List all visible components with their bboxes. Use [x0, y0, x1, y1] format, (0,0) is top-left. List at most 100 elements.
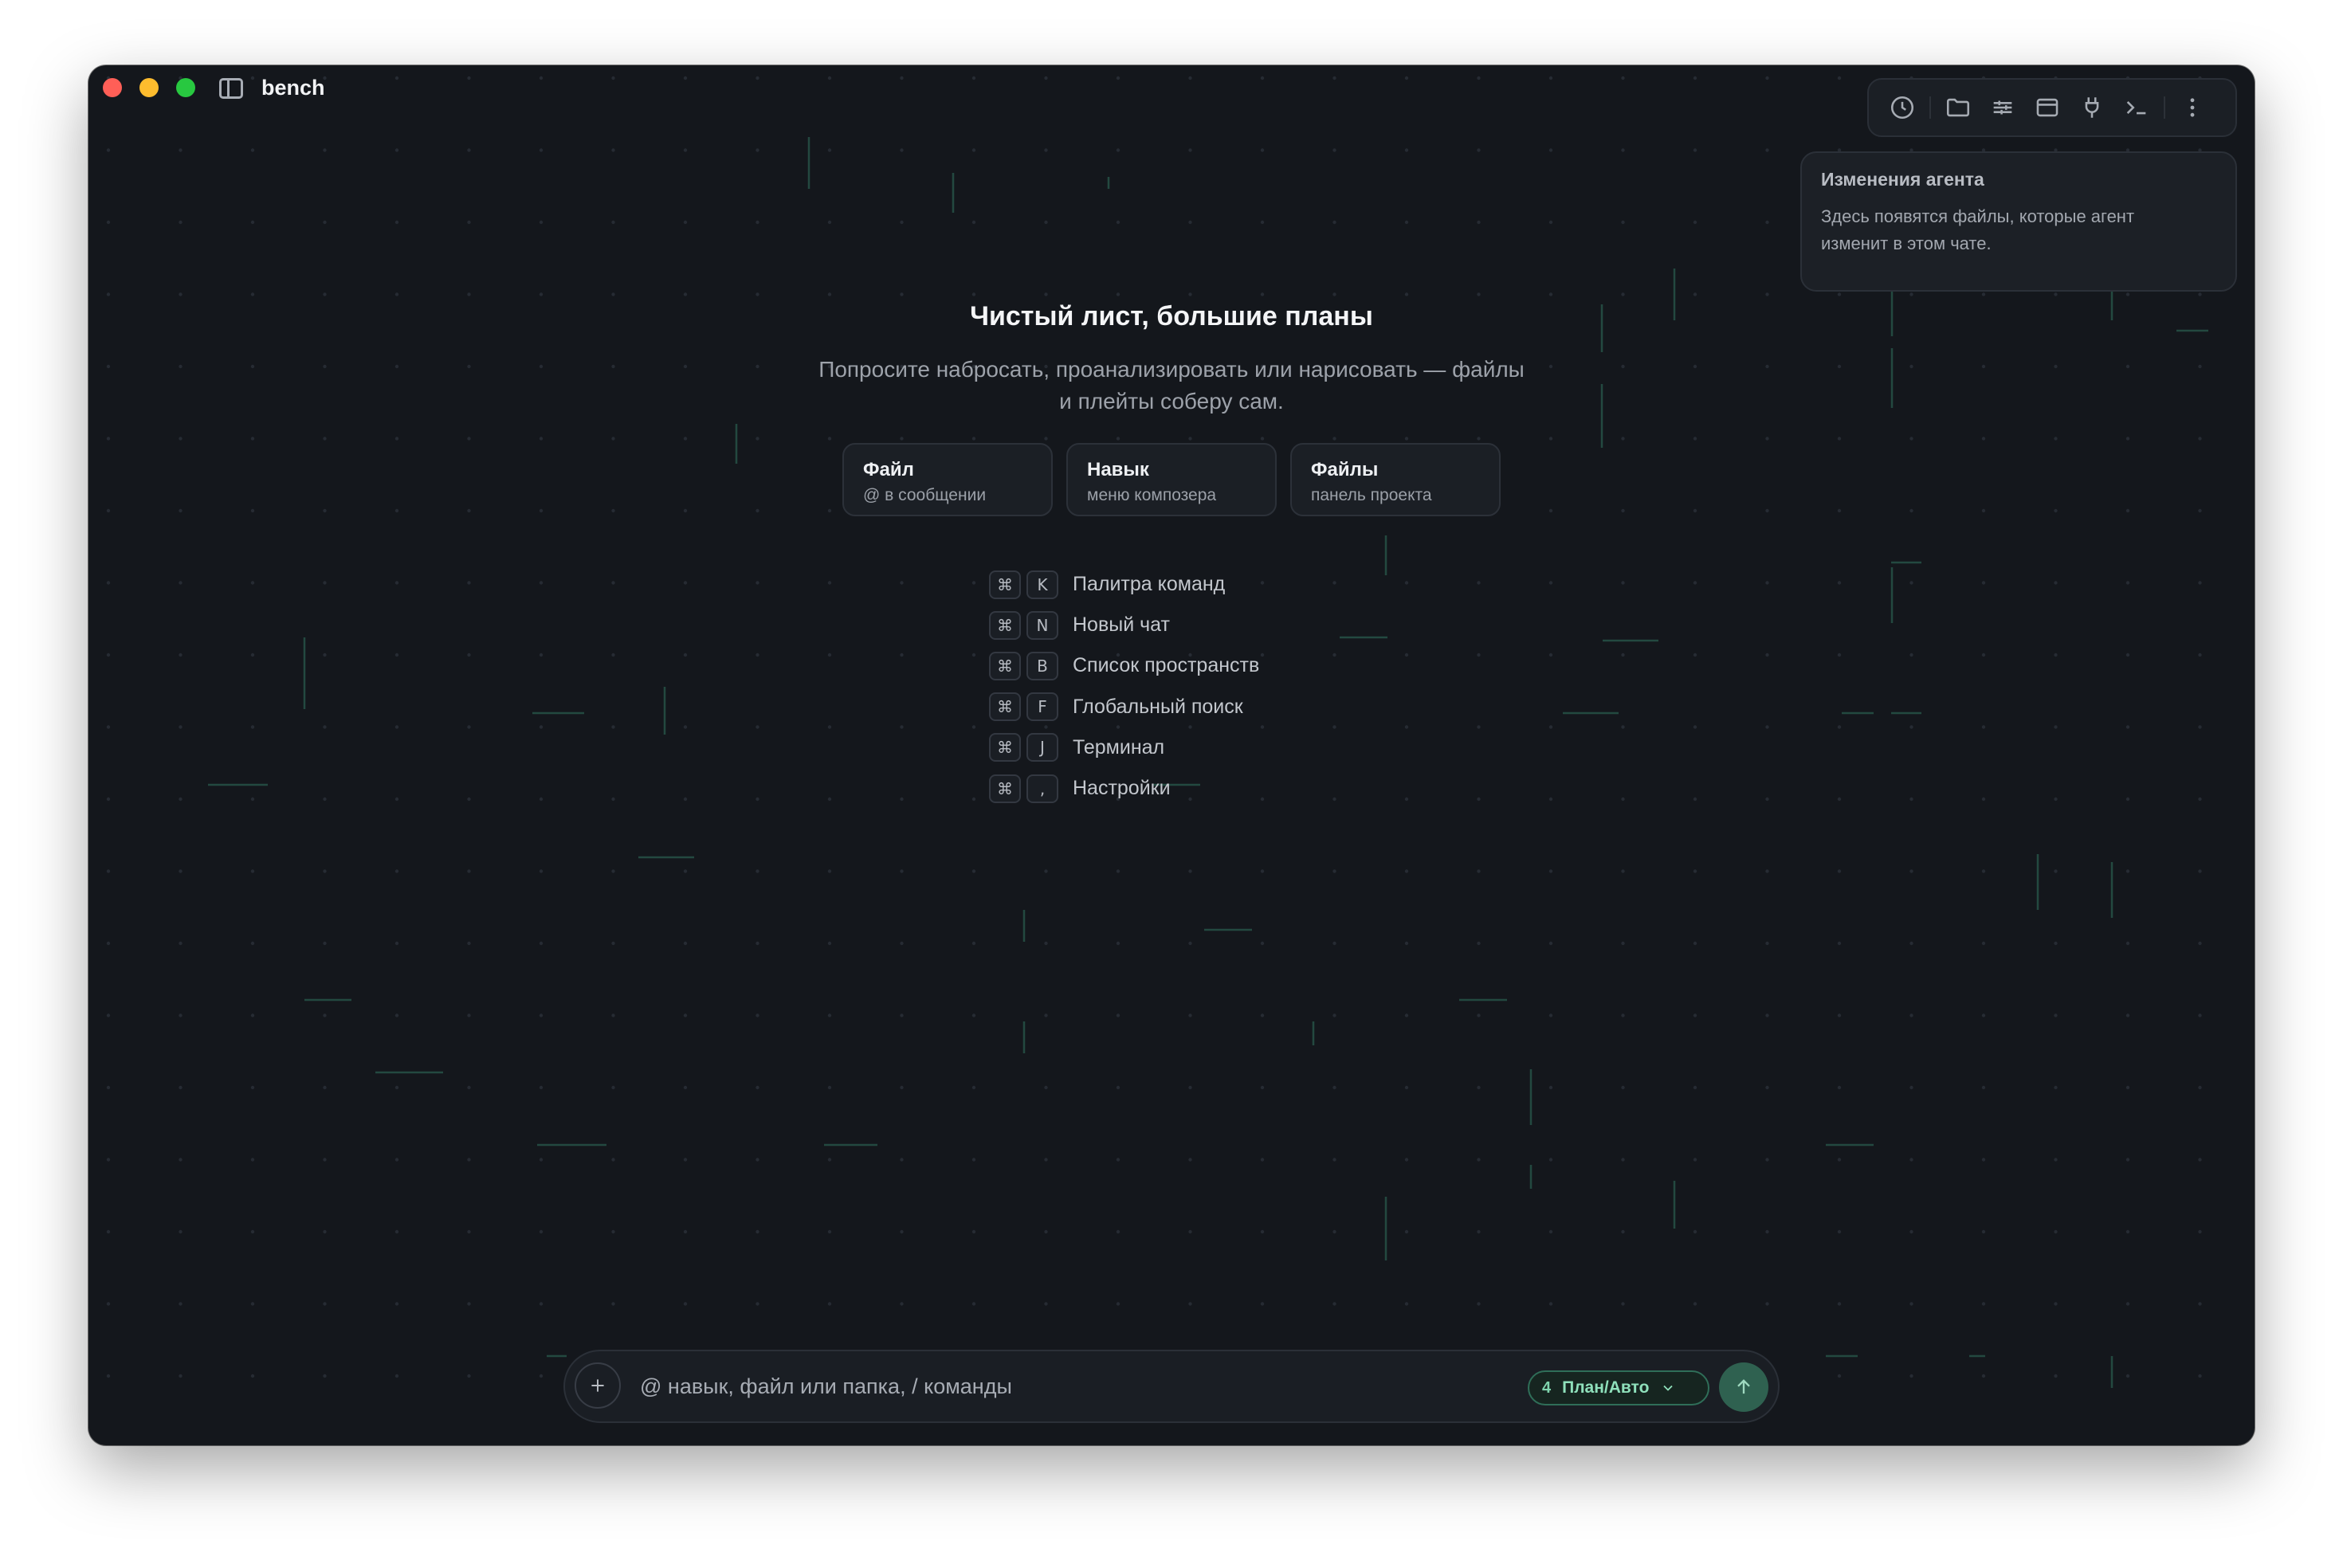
- grid-dot: [2054, 869, 2058, 873]
- grid-dot: [1693, 941, 1697, 946]
- grid-dot: [900, 1158, 904, 1162]
- maximize-window-button[interactable]: [176, 78, 195, 97]
- grid-dot: [106, 220, 111, 225]
- clock-icon[interactable]: [1880, 85, 1925, 130]
- grid-dot: [1404, 437, 1409, 441]
- grid-dot: [323, 1158, 327, 1162]
- grid-dot: [1837, 364, 1842, 369]
- browser-window-icon[interactable]: [2025, 85, 2070, 130]
- plug-icon[interactable]: [2070, 85, 2114, 130]
- grid-dot: [1260, 220, 1265, 225]
- grid-dot: [1765, 220, 1769, 225]
- grid-dot: [250, 581, 255, 585]
- grid-dot: [250, 148, 255, 152]
- grid-dot: [1765, 581, 1769, 585]
- grid-dot: [1621, 581, 1625, 585]
- hint-card-file[interactable]: Файл @ в сообщении: [842, 443, 1053, 516]
- grid-dot: [1765, 1158, 1769, 1162]
- folder-icon[interactable]: [1936, 85, 1980, 130]
- grid-dot: [1404, 941, 1409, 946]
- send-button[interactable]: [1719, 1362, 1768, 1412]
- grid-dot: [1332, 941, 1336, 946]
- grid-dot: [1477, 437, 1481, 441]
- grid-dot: [1404, 1013, 1409, 1017]
- grid-dot: [1404, 581, 1409, 585]
- grid-dot: [106, 869, 111, 873]
- grid-dot: [1981, 581, 1986, 585]
- grid-dot: [1548, 1085, 1553, 1090]
- grid-dot: [2054, 725, 2058, 729]
- grid-dot: [250, 1302, 255, 1306]
- grid-dot: [1404, 292, 1409, 296]
- grid-dot: [1188, 437, 1192, 441]
- grid-dot: [1044, 941, 1048, 946]
- mode-selector[interactable]: 4 План/Авто: [1528, 1370, 1709, 1405]
- grid-dot: [683, 1158, 688, 1162]
- grid-dot: [1260, 941, 1265, 946]
- hint-card-skill[interactable]: Навык меню композера: [1066, 443, 1277, 516]
- grid-dot: [1837, 508, 1842, 513]
- grid-dot: [394, 437, 399, 441]
- grid-dot: [179, 1085, 182, 1090]
- grid-dot: [683, 437, 688, 441]
- grid-dot: [1260, 797, 1265, 802]
- grid-dot: [1693, 437, 1697, 441]
- grid-dot: [1909, 581, 1913, 585]
- grid-dot: [755, 364, 759, 369]
- grid-dot: [1044, 869, 1048, 873]
- grid-dot: [323, 1085, 327, 1090]
- grid-dot: [1188, 220, 1192, 225]
- grid-dot: [106, 653, 111, 657]
- grid-dot: [2198, 941, 2202, 946]
- grid-dot: [467, 1374, 471, 1378]
- grid-dot: [179, 148, 182, 152]
- terminal-icon[interactable]: [2114, 85, 2159, 130]
- grid-dot: [900, 437, 904, 441]
- minimize-window-button[interactable]: [139, 78, 159, 97]
- grid-dot: [1909, 1229, 1913, 1234]
- grid-dot: [2125, 1229, 2130, 1234]
- grid-dot: [1765, 292, 1769, 296]
- grid-dot: [323, 1302, 327, 1306]
- hint-card-files[interactable]: Файлы панель проекта: [1290, 443, 1501, 516]
- grid-dot: [755, 1229, 759, 1234]
- grid-dot: [1909, 508, 1913, 513]
- close-window-button[interactable]: [103, 78, 122, 97]
- modifier-key: ⌘: [989, 692, 1021, 722]
- grid-dot: [1981, 508, 1986, 513]
- grid-dot: [1765, 653, 1769, 657]
- message-input[interactable]: [638, 1366, 1478, 1407]
- grid-dot: [323, 364, 327, 369]
- grid-dot: [323, 1229, 327, 1234]
- grid-dot: [683, 292, 688, 296]
- grid-dot: [2198, 1229, 2202, 1234]
- grid-dot: [611, 797, 615, 802]
- attach-plus-button[interactable]: [575, 1362, 621, 1409]
- more-vertical-icon[interactable]: [2170, 85, 2215, 130]
- grid-dot: [2054, 1229, 2058, 1234]
- grid-dot: [1404, 869, 1409, 873]
- grid-dot: [1116, 1013, 1120, 1017]
- mode-count: 4: [1542, 1378, 1552, 1397]
- grid-dot: [755, 148, 759, 152]
- grid-dot: [106, 797, 111, 802]
- grid-dot: [106, 1013, 111, 1017]
- modifier-key: ⌘: [989, 774, 1021, 803]
- sliders-icon[interactable]: [1980, 85, 2025, 130]
- grid-dot: [539, 869, 544, 873]
- grid-dot: [1981, 364, 1986, 369]
- grid-dot: [1621, 1085, 1625, 1090]
- grid-dot: [467, 1158, 471, 1162]
- grid-dot: [106, 292, 111, 296]
- grid-dot: [1837, 1085, 1842, 1090]
- grid-dot: [539, 1158, 544, 1162]
- sidebar-toggle-icon[interactable]: [219, 78, 243, 99]
- grid-dot: [1693, 1229, 1697, 1234]
- grid-dot: [1909, 437, 1913, 441]
- grid-dot: [394, 1085, 399, 1090]
- agent-changes-panel: Изменения агента Здесь появятся файлы, к…: [1800, 151, 2237, 292]
- grid-dot: [1116, 1158, 1120, 1162]
- grid-dot: [683, 508, 688, 513]
- grid-dot: [755, 437, 759, 441]
- grid-dot: [1404, 1158, 1409, 1162]
